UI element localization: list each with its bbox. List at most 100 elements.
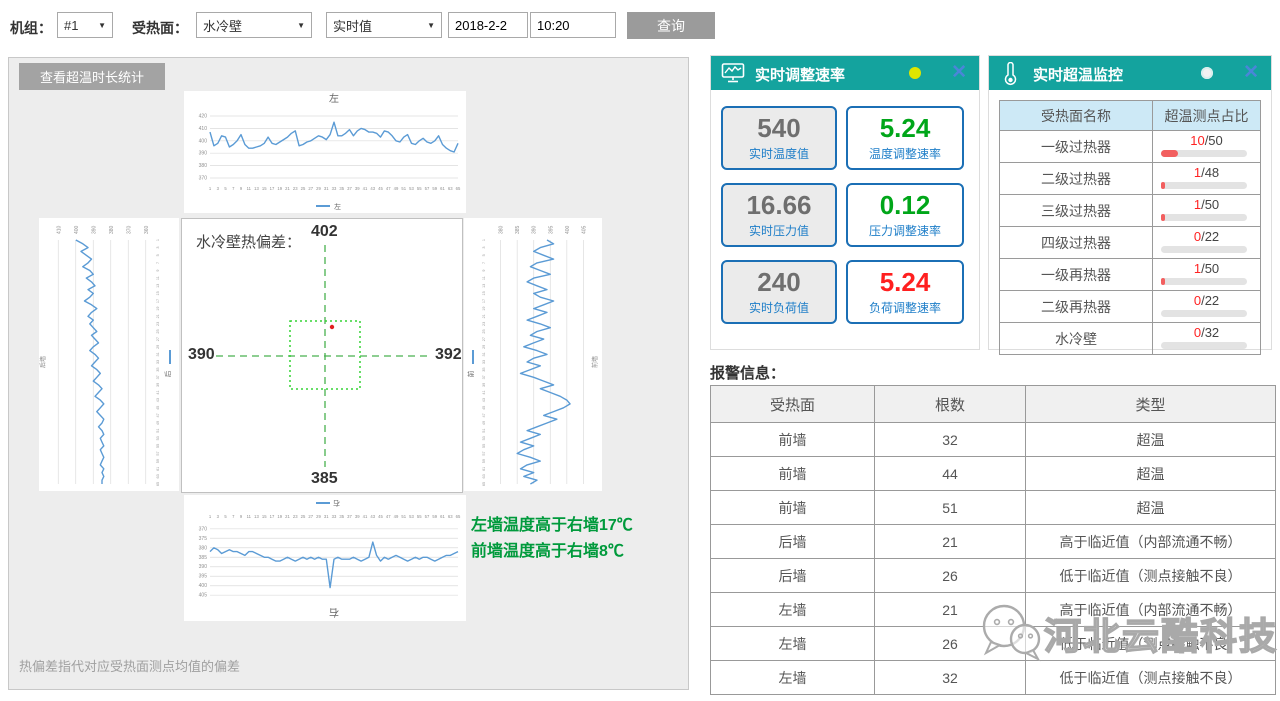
metric-value: 16.66 xyxy=(723,188,835,222)
svg-text:11: 11 xyxy=(247,186,252,191)
svg-text:49: 49 xyxy=(156,421,160,425)
overtemp-ratio: 0/32 xyxy=(1153,323,1261,355)
metric-value: 0.12 xyxy=(848,188,962,222)
comparison-line-1: 左墙温度高于右墙17℃ xyxy=(471,513,633,539)
svg-text:410: 410 xyxy=(56,225,62,234)
svg-text:57: 57 xyxy=(425,514,430,519)
metric-card-grid: 540实时温度值5.24温度调整速率16.66实时压力值0.12压力调整速率24… xyxy=(721,106,964,324)
svg-text:405: 405 xyxy=(581,225,587,234)
svg-text:395: 395 xyxy=(199,574,208,580)
time-input[interactable] xyxy=(530,12,616,38)
svg-text:390: 390 xyxy=(532,225,538,234)
svg-text:7: 7 xyxy=(232,186,235,191)
close-icon[interactable]: ✕ xyxy=(1243,60,1259,86)
metric-label: 实时温度值 xyxy=(723,145,835,162)
table-row: 水冷壁0/32 xyxy=(1000,323,1261,355)
close-icon[interactable]: ✕ xyxy=(951,60,967,86)
table-row: 一级再热器1/50 xyxy=(1000,259,1261,291)
surface: 左墙 xyxy=(711,661,875,695)
deviation-left-value: 390 xyxy=(188,346,215,364)
svg-text:19: 19 xyxy=(156,306,160,310)
svg-text:25: 25 xyxy=(301,186,306,191)
svg-text:7: 7 xyxy=(156,262,160,264)
svg-text:3: 3 xyxy=(217,186,220,191)
svg-text:7: 7 xyxy=(482,262,486,264)
ratio-bar-fill xyxy=(1161,182,1165,189)
svg-text:385: 385 xyxy=(199,555,208,561)
overtemp-panel-title: 实时超温监控 xyxy=(1033,64,1123,85)
svg-text:13: 13 xyxy=(254,186,259,191)
ratio-bar-fill xyxy=(1161,278,1165,285)
count: 51 xyxy=(875,491,1026,525)
mode-select[interactable]: 实时值 ▼ xyxy=(326,12,442,38)
svg-text:370: 370 xyxy=(126,225,132,234)
svg-text:31: 31 xyxy=(156,352,160,356)
svg-text:21: 21 xyxy=(482,314,486,318)
overtemp-panel-header: 实时超温监控 ✕ xyxy=(989,56,1271,90)
svg-text:23: 23 xyxy=(293,514,298,519)
svg-text:59: 59 xyxy=(156,459,160,463)
ratio-bar-track xyxy=(1161,246,1247,253)
overtemp-table-body: 一级过热器10/50二级过热器1/48三级过热器1/50四级过热器0/22一级再… xyxy=(1000,131,1261,355)
svg-text:29: 29 xyxy=(156,345,160,349)
chevron-down-icon: ▼ xyxy=(427,21,435,30)
svg-text:63: 63 xyxy=(448,514,453,519)
overtemp-ratio: 0/22 xyxy=(1153,291,1261,323)
svg-text:35: 35 xyxy=(339,186,344,191)
svg-text:5: 5 xyxy=(224,514,227,519)
metric-label: 实时负荷值 xyxy=(723,299,835,316)
svg-text:43: 43 xyxy=(482,398,486,402)
surface-select[interactable]: 水冷壁 ▼ xyxy=(196,12,312,38)
svg-text:27: 27 xyxy=(308,186,313,191)
svg-text:33: 33 xyxy=(332,186,337,191)
date-input[interactable] xyxy=(448,12,528,38)
table-row: 二级过热器1/48 xyxy=(1000,163,1261,195)
metric-card: 16.66实时压力值 xyxy=(721,183,837,247)
svg-text:65: 65 xyxy=(456,514,461,519)
svg-text:61: 61 xyxy=(440,186,445,191)
svg-text:53: 53 xyxy=(156,436,160,440)
monitor-chart-icon xyxy=(721,62,745,84)
svg-text:405: 405 xyxy=(199,593,208,599)
svg-text:15: 15 xyxy=(262,514,267,519)
surface: 后墙 xyxy=(711,525,875,559)
metric-label: 温度调整速率 xyxy=(848,145,962,162)
table-row: 四级过热器0/22 xyxy=(1000,227,1261,259)
rate-panel-title: 实时调整速率 xyxy=(755,64,845,85)
svg-text:左: 左 xyxy=(334,202,341,211)
svg-text:21: 21 xyxy=(285,514,290,519)
unit-select[interactable]: #1 ▼ xyxy=(57,12,113,38)
svg-text:31: 31 xyxy=(324,514,329,519)
column-header: 类型 xyxy=(1026,386,1276,423)
thermometer-icon xyxy=(999,62,1021,86)
metric-card: 5.24负荷调整速率 xyxy=(846,260,964,324)
svg-text:17: 17 xyxy=(270,186,275,191)
svg-text:23: 23 xyxy=(293,186,298,191)
svg-text:1: 1 xyxy=(209,186,212,191)
thermal-deviation-panel: 查看超温时长统计 4204104003903803701357911131517… xyxy=(8,57,689,690)
svg-text:45: 45 xyxy=(378,186,383,191)
count: 32 xyxy=(875,661,1026,695)
overtemp-ratio: 0/22 xyxy=(1153,227,1261,259)
svg-text:37: 37 xyxy=(482,375,486,379)
surface: 前墙 xyxy=(711,423,875,457)
svg-text:39: 39 xyxy=(355,186,360,191)
chevron-down-icon: ▼ xyxy=(297,21,305,30)
svg-text:53: 53 xyxy=(409,186,414,191)
overtemp-stats-button[interactable]: 查看超温时长统计 xyxy=(19,63,165,90)
query-button[interactable]: 查询 xyxy=(627,12,715,39)
ratio-bar-track xyxy=(1161,278,1247,285)
left-wall-chart: 4204104003903803701357911131517192123252… xyxy=(184,91,466,213)
svg-text:65: 65 xyxy=(456,186,461,191)
svg-text:53: 53 xyxy=(409,514,414,519)
svg-text:41: 41 xyxy=(363,514,368,519)
svg-text:29: 29 xyxy=(316,514,321,519)
svg-text:5: 5 xyxy=(482,254,486,256)
svg-text:右: 右 xyxy=(333,499,340,508)
rate-panel-header: 实时调整速率 ✕ xyxy=(711,56,979,90)
count: 26 xyxy=(875,559,1026,593)
svg-text:19: 19 xyxy=(482,306,486,310)
svg-text:33: 33 xyxy=(332,514,337,519)
svg-text:31: 31 xyxy=(324,186,329,191)
deviation-top-value: 402 xyxy=(311,223,338,241)
